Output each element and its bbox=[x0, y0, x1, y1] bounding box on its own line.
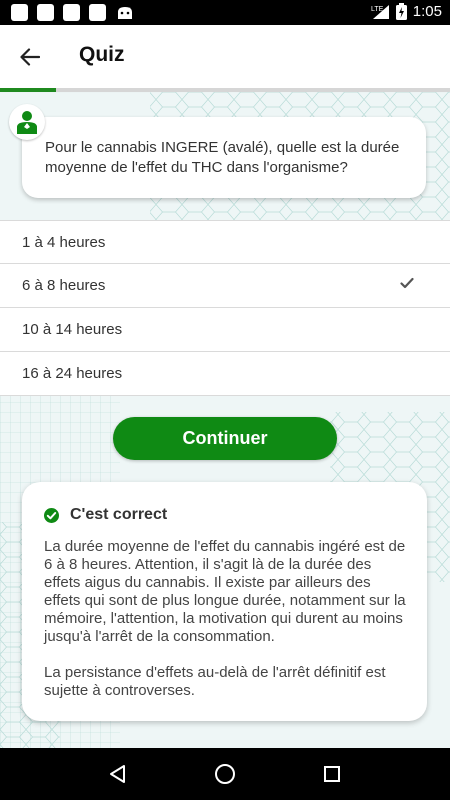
back-button[interactable] bbox=[14, 41, 46, 73]
nav-home-icon bbox=[214, 764, 235, 784]
answer-label: 6 à 8 heures bbox=[22, 277, 106, 294]
status-bar: LTE 1:05 bbox=[0, 0, 450, 25]
nav-recents-button[interactable] bbox=[312, 754, 352, 794]
answer-option[interactable]: 6 à 8 heures bbox=[0, 264, 450, 308]
feedback-card: C'est correct La durée moyenne de l'effe… bbox=[22, 482, 427, 721]
quiz-progress-fill bbox=[0, 88, 57, 92]
answer-option[interactable]: 10 à 14 heures bbox=[0, 308, 450, 352]
quiz-progress-bar bbox=[0, 88, 450, 92]
check-circle-icon bbox=[44, 507, 59, 523]
feedback-header: C'est correct bbox=[44, 506, 407, 524]
signal-icon: LTE bbox=[371, 4, 389, 19]
notification-icon bbox=[89, 4, 106, 21]
battery-charging-icon bbox=[395, 3, 407, 20]
question-text: Pour le cannabis INGERE (avalé), quelle … bbox=[45, 139, 400, 176]
answer-label: 10 à 14 heures bbox=[22, 321, 123, 338]
answer-label: 16 à 24 heures bbox=[22, 365, 123, 382]
network-label: LTE bbox=[371, 6, 384, 13]
person-icon bbox=[17, 111, 37, 134]
answer-option[interactable]: 1 à 4 heures bbox=[0, 221, 450, 264]
nav-home-button[interactable] bbox=[205, 754, 245, 794]
notification-icon bbox=[63, 4, 80, 21]
answer-label: 1 à 4 heures bbox=[22, 233, 106, 251]
nav-recents-icon bbox=[323, 766, 340, 782]
checkmark-icon bbox=[400, 277, 414, 289]
continue-button[interactable]: Continuer bbox=[113, 417, 337, 460]
question-bubble: Pour le cannabis INGERE (avalé), quelle … bbox=[22, 117, 426, 198]
app-bar: Quiz bbox=[0, 25, 450, 88]
feedback-paragraph: La persistance d'effets au-delà de l'arr… bbox=[44, 664, 386, 699]
page-title: Quiz bbox=[79, 43, 125, 66]
android-icon bbox=[118, 7, 132, 19]
nav-back-button[interactable] bbox=[98, 754, 138, 794]
arrow-back-icon bbox=[20, 48, 40, 66]
nav-back-icon bbox=[110, 765, 126, 783]
notification-icon bbox=[37, 4, 54, 21]
avatar bbox=[9, 104, 45, 140]
status-time: 1:05 bbox=[412, 3, 442, 20]
system-nav-bar bbox=[0, 748, 450, 800]
feedback-paragraph: La durée moyenne de l'effet du cannabis … bbox=[44, 538, 406, 645]
feedback-title: C'est correct bbox=[70, 506, 168, 523]
notification-icon bbox=[11, 4, 28, 21]
answer-option[interactable]: 16 à 24 heures bbox=[0, 352, 450, 396]
answer-list: 1 à 4 heures 6 à 8 heures 10 à 14 heures… bbox=[0, 220, 450, 396]
